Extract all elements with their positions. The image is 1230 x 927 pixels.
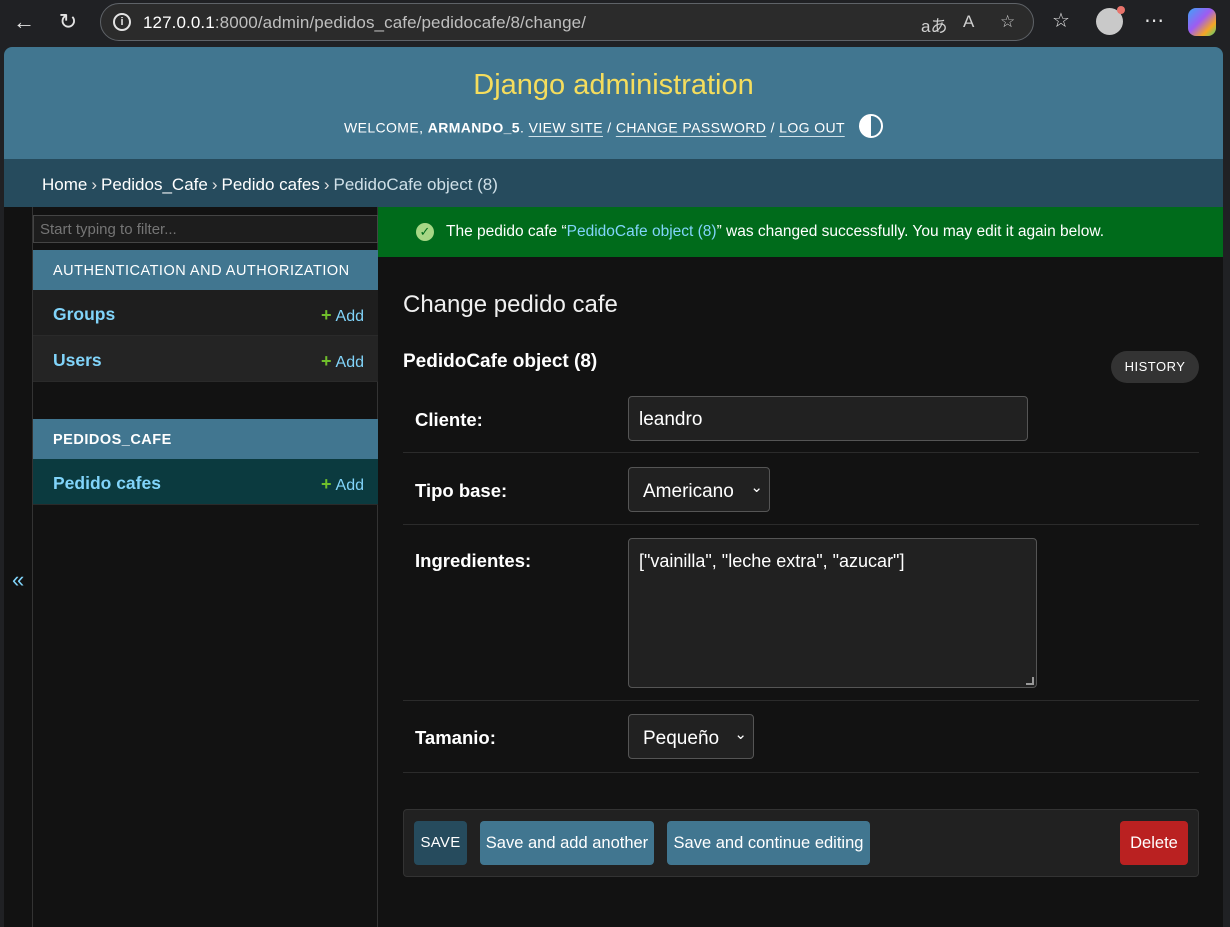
tipo-base-label: Tipo base: [415, 480, 508, 501]
breadcrumb-model[interactable]: Pedido cafes [222, 175, 320, 194]
site-info-icon[interactable]: i [113, 13, 131, 31]
add-plus-icon: + [321, 474, 332, 494]
django-admin-page: Django administration WELCOME, ARMANDO_5… [4, 47, 1223, 927]
add-group-link[interactable]: + Add [321, 305, 364, 326]
reload-icon[interactable]: ↻ [52, 6, 84, 38]
save-button[interactable]: SAVE [414, 821, 467, 865]
message-object-link[interactable]: PedidoCafe object (8) [567, 223, 717, 240]
object-title: PedidoCafe object (8) [403, 351, 598, 372]
ingredientes-label: Ingredientes: [415, 550, 532, 571]
translate-icon[interactable]: aあ [921, 12, 947, 37]
theme-toggle-icon[interactable] [859, 114, 884, 138]
more-menu-icon[interactable]: ⋯ [1144, 8, 1164, 33]
cliente-input[interactable]: leandro [628, 396, 1028, 441]
sidebar-toggle[interactable]: « [4, 207, 33, 927]
nav-sidebar: AUTHENTICATION AND AUTHORIZATION Groups … [33, 207, 378, 927]
add-pedido-cafe-link[interactable]: + Add [321, 474, 364, 495]
success-message: ✓ The pedido cafe “PedidoCafe object (8)… [378, 207, 1223, 257]
field-row-cliente: Cliente: leandro [403, 387, 1199, 453]
breadcrumb: Home › Pedidos_Cafe › Pedido cafes › PedidoCaf… [4, 159, 1223, 207]
back-arrow-icon[interactable]: ← [8, 6, 40, 38]
field-row-tipo-base: Tipo base: Americano ⌄ [403, 453, 1199, 525]
add-plus-icon: + [321, 305, 332, 325]
sidebar-item-pedido-cafes[interactable]: Pedido cafes + Add [33, 459, 378, 505]
address-bar[interactable]: i 127.0.0.1:8000/admin/pedidos_cafe/pedi… [100, 3, 1034, 41]
field-row-tamanio: Tamanio: Pequeño ⌄ [403, 701, 1199, 773]
cliente-label: Cliente: [415, 409, 483, 430]
delete-button[interactable]: Delete [1120, 821, 1188, 865]
collapse-sidebar-icon[interactable]: « [12, 567, 24, 593]
url-text[interactable]: 127.0.0.1:8000/admin/pedidos_cafe/pedido… [143, 13, 586, 33]
add-plus-icon: + [321, 351, 332, 371]
favorite-star-icon[interactable]: ☆ [1000, 12, 1015, 32]
log-out-link[interactable]: LOG OUT [779, 120, 845, 136]
sidebar-item-label[interactable]: Users [53, 350, 102, 371]
window-edge [1223, 47, 1230, 927]
app-caption-pedidos-cafe[interactable]: PEDIDOS_CAFE [33, 419, 378, 459]
save-and-continue-button[interactable]: Save and continue editing [667, 821, 870, 865]
app-caption-auth[interactable]: AUTHENTICATION AND AUTHORIZATION [33, 250, 378, 290]
check-circle-icon: ✓ [416, 223, 434, 241]
chevron-down-icon: ⌄ [734, 726, 747, 743]
chevron-down-icon: ⌄ [750, 479, 763, 496]
sidebar-item-groups[interactable]: Groups + Add [33, 290, 378, 336]
view-site-link[interactable]: VIEW SITE [529, 120, 603, 136]
resize-grip-icon[interactable] [1026, 677, 1034, 685]
submit-row: SAVE Save and add another Save and conti… [403, 809, 1199, 877]
sidebar-item-label[interactable]: Groups [53, 304, 115, 325]
page-title: Change pedido cafe [403, 291, 618, 318]
field-row-ingredientes: Ingredientes: ["vainilla", "leche extra"… [403, 525, 1199, 701]
sidebar-item-users[interactable]: Users + Add [33, 336, 378, 382]
username: ARMANDO_5 [427, 119, 520, 136]
ingredientes-textarea[interactable]: ["vainilla", "leche extra", "azucar"] [628, 538, 1037, 688]
read-aloud-icon[interactable]: A [963, 12, 974, 32]
favorites-list-icon[interactable]: ☆ [1052, 8, 1070, 33]
user-tools: WELCOME, ARMANDO_5. VIEW SITE / CHANGE P… [4, 114, 1223, 141]
sidebar-filter-input[interactable] [33, 215, 378, 243]
breadcrumb-app[interactable]: Pedidos_Cafe [101, 175, 208, 194]
history-button[interactable]: HISTORY [1111, 351, 1199, 383]
tipo-base-select[interactable]: Americano ⌄ [628, 467, 770, 512]
sidebar-item-label[interactable]: Pedido cafes [53, 473, 161, 494]
save-and-add-another-button[interactable]: Save and add another [480, 821, 654, 865]
browser-toolbar: ← ↻ i 127.0.0.1:8000/admin/pedidos_cafe/… [0, 0, 1230, 44]
tamanio-select[interactable]: Pequeño ⌄ [628, 714, 754, 759]
site-branding[interactable]: Django administration [4, 69, 1223, 102]
copilot-icon[interactable] [1188, 8, 1216, 36]
site-header: Django administration WELCOME, ARMANDO_5… [4, 47, 1223, 159]
breadcrumb-home[interactable]: Home [42, 175, 87, 194]
breadcrumb-current: PedidoCafe object (8) [333, 175, 498, 194]
add-user-link[interactable]: + Add [321, 351, 364, 372]
profile-avatar[interactable] [1096, 6, 1125, 35]
welcome-text: WELCOME, [343, 119, 424, 136]
change-password-link[interactable]: CHANGE PASSWORD [616, 120, 766, 136]
tamanio-label: Tamanio: [415, 727, 496, 748]
